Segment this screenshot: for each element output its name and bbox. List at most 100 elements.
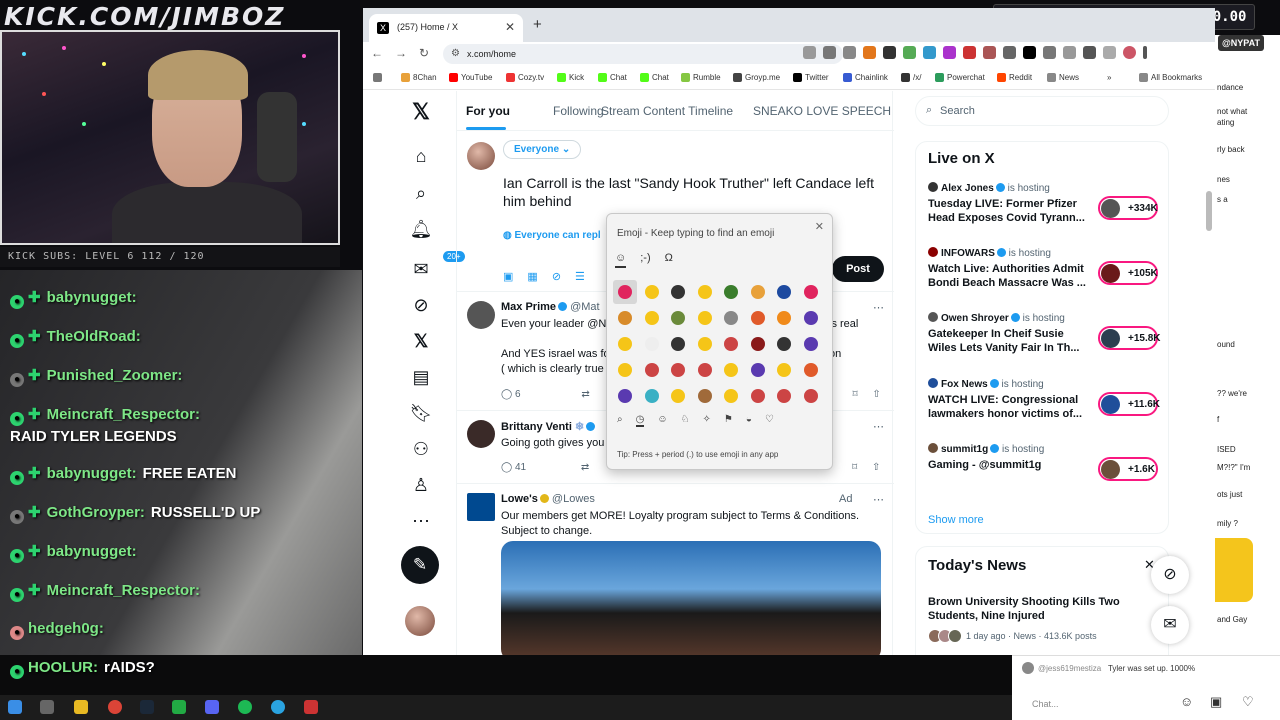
emoji-cell[interactable] (640, 358, 664, 382)
home-icon[interactable]: ⌂ (399, 146, 443, 167)
start-icon[interactable] (8, 700, 22, 714)
site-info-icon[interactable]: ⚙ (451, 48, 460, 59)
all-bookmarks[interactable]: All Bookmarks (1139, 73, 1202, 82)
kaomoji-tab-icon[interactable]: ;-) (640, 252, 650, 268)
search-icon[interactable]: ⌕ (617, 414, 623, 427)
bookmark-item[interactable]: Chainlink (843, 73, 888, 82)
extension-icon[interactable] (963, 46, 976, 59)
forward-icon[interactable]: → (395, 46, 407, 60)
bookmark-icon[interactable]: ⌑ (853, 389, 858, 400)
chrome-icon[interactable] (108, 700, 122, 714)
post-button[interactable]: Post (832, 256, 884, 282)
spotify-icon[interactable] (238, 700, 252, 714)
app-icon[interactable] (304, 700, 318, 714)
emoji-cell[interactable] (719, 358, 743, 382)
gif-icon[interactable]: ▣ (1210, 694, 1222, 710)
bookmark-item[interactable]: Kick (557, 73, 584, 82)
emoji-cell[interactable] (772, 358, 796, 382)
bookmark-item[interactable]: Rumble (681, 73, 721, 82)
new-tab-icon[interactable]: + (533, 16, 542, 33)
reply-setting[interactable]: ◍ Everyone can repl (503, 230, 601, 241)
extension-icon[interactable] (983, 46, 996, 59)
emoji-cell[interactable] (693, 306, 717, 330)
show-more-link[interactable]: Show more (928, 514, 984, 526)
kebab-menu-icon[interactable] (1143, 46, 1147, 59)
share-icon[interactable]: ⇧ (872, 462, 880, 473)
post-text-input[interactable]: Ian Carroll is the last "Sandy Hook Trut… (503, 174, 888, 210)
emoji-cell[interactable] (666, 332, 690, 356)
close-icon[interactable]: ✕ (815, 220, 824, 233)
search-input[interactable]: ⌕ Search (915, 96, 1169, 126)
reply-icon[interactable]: ◯ (501, 462, 512, 473)
ad-tweet[interactable]: Lowe's @Lowes Ad ⋯ Our members get MORE!… (457, 485, 894, 655)
tweet-author[interactable]: Max Prime @Mat (501, 301, 600, 313)
ad-image[interactable] (501, 541, 881, 655)
retweet-icon[interactable]: ⇄ (581, 462, 589, 473)
flag-icon[interactable]: ⚑ (724, 414, 733, 427)
emoji-cell[interactable] (799, 358, 823, 382)
live-item[interactable]: Alex Jones is hosting Tuesday LIVE: Form… (928, 182, 1164, 224)
tweet-author[interactable]: Lowe's @Lowes (501, 493, 595, 505)
emoji-cell[interactable] (746, 384, 770, 408)
premium-x-icon[interactable]: 𝕏 (399, 331, 443, 352)
emoji-cell[interactable] (746, 306, 770, 330)
gif-icon[interactable]: ▦ (527, 270, 537, 283)
more-icon[interactable]: ⋯ (873, 493, 884, 506)
poll-icon[interactable]: ☰ (575, 270, 585, 283)
shield-icon[interactable] (883, 46, 896, 59)
address-bar[interactable]: ⚙ x.com/home (443, 44, 843, 64)
bookmark-item[interactable]: Chat (640, 73, 669, 82)
compose-post-button[interactable]: ✎ (401, 546, 439, 584)
page-scrollbar[interactable] (1206, 181, 1212, 655)
emoji-cell[interactable] (772, 280, 796, 304)
tab-for-you[interactable]: For you (466, 104, 510, 118)
more-icon[interactable]: ⋯ (873, 420, 884, 433)
celebration-icon[interactable]: ✧ (703, 414, 711, 427)
image-icon[interactable]: ▣ (503, 270, 513, 283)
more-icon[interactable]: ⋯ (399, 511, 443, 532)
avatar[interactable] (467, 301, 495, 329)
extension-icon[interactable] (903, 46, 916, 59)
emoji-cell[interactable] (666, 358, 690, 382)
emoji-cell[interactable] (772, 384, 796, 408)
emoji-cell[interactable] (772, 306, 796, 330)
reload-icon[interactable]: ↻ (419, 46, 429, 60)
sidebar-icon[interactable] (1063, 46, 1076, 59)
emoji-cell[interactable] (640, 306, 664, 330)
bookmark-item[interactable]: Groyp.me (733, 73, 780, 82)
emoji-cell[interactable] (693, 332, 717, 356)
bookmark-item[interactable]: Twitter (793, 73, 829, 82)
tweet-author[interactable]: Brittany Venti ❄ (501, 420, 596, 433)
symbols-tab-icon[interactable]: Ω (665, 252, 673, 268)
bookmark-item[interactable]: News (1047, 73, 1079, 82)
x-extension-icon[interactable] (1023, 46, 1036, 59)
emoji-cell[interactable] (799, 306, 823, 330)
share-icon[interactable]: ⇧ (872, 389, 880, 400)
menu-lines-icon[interactable] (1083, 46, 1096, 59)
file-explorer-icon[interactable] (74, 700, 88, 714)
grok-icon[interactable]: ⊘ (399, 295, 443, 316)
news-headline[interactable]: Brown University Shooting Kills Two Stud… (928, 595, 1128, 623)
star-icon[interactable] (843, 46, 856, 59)
emoji-cell[interactable] (613, 384, 637, 408)
emoji-cell[interactable] (640, 384, 664, 408)
bookmarks-icon[interactable]: 🔖︎ (399, 403, 443, 424)
bookmark-item[interactable]: Chat (598, 73, 627, 82)
lists-icon[interactable]: ▤ (399, 367, 443, 388)
emoji-cell[interactable] (613, 332, 637, 356)
emoji-cell[interactable] (772, 332, 796, 356)
emoji-cell[interactable] (719, 306, 743, 330)
communities-icon[interactable]: ⚇ (399, 439, 443, 460)
screenshot-icon[interactable] (803, 46, 816, 59)
avatar[interactable] (467, 420, 495, 448)
emoji-cell[interactable] (640, 280, 664, 304)
notifications-icon[interactable]: 🔔︎ (399, 219, 443, 240)
app-icon[interactable] (172, 700, 186, 714)
emoji-cell[interactable] (799, 280, 823, 304)
metamask-icon[interactable] (863, 46, 876, 59)
extension-icon[interactable] (943, 46, 956, 59)
emoji-cell[interactable] (613, 358, 637, 382)
bookmark-item[interactable]: Reddit (997, 73, 1032, 82)
bookmark-item[interactable]: Powerchat (935, 73, 985, 82)
emoji-cell[interactable] (640, 332, 664, 356)
